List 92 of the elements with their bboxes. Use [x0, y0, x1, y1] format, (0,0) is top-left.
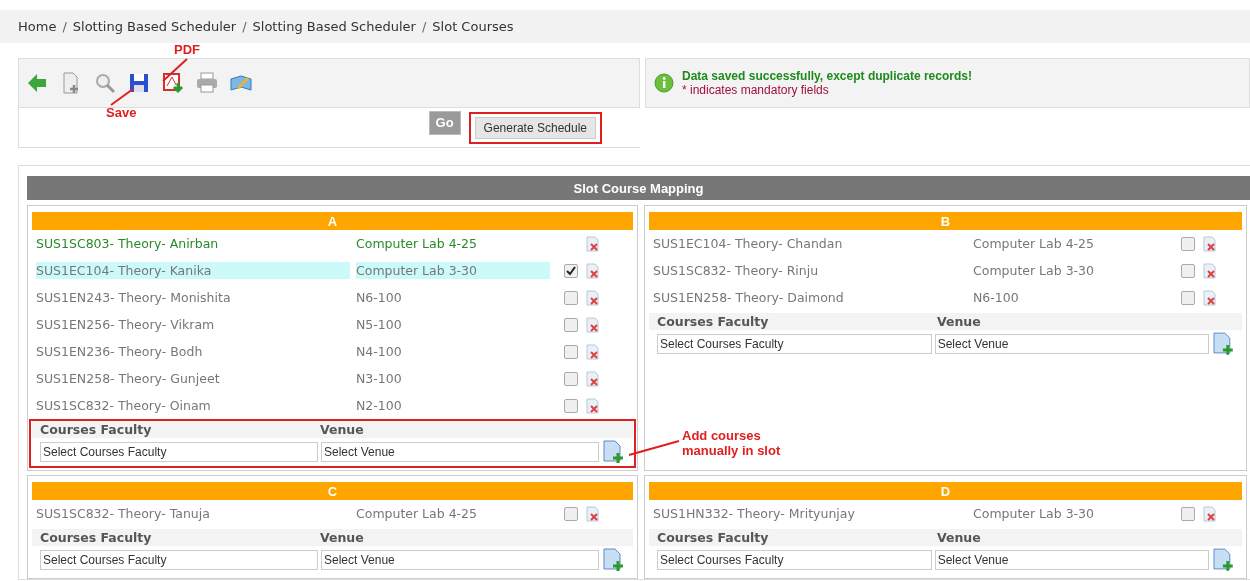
- checkbox[interactable]: [1181, 506, 1195, 521]
- delete-icon[interactable]: [1203, 289, 1217, 306]
- breadcrumb-link[interactable]: Slotting Based Scheduler: [72, 19, 237, 34]
- venue-field[interactable]: Select Venue: [321, 550, 599, 570]
- venue-name: N5-100: [356, 316, 403, 333]
- course-name: SUS1SC832- Theory- Rinju: [653, 262, 820, 279]
- venue-name: Computer Lab 4-25: [356, 235, 478, 252]
- checkbox[interactable]: [1181, 263, 1195, 278]
- pdf-export-icon[interactable]: [161, 71, 185, 95]
- course-name: SUS1HN332- Theory- Mrityunjay: [653, 505, 856, 522]
- delete-icon[interactable]: [586, 289, 600, 306]
- add-document-icon[interactable]: [1212, 332, 1234, 356]
- venue-name: Computer Lab 3-30: [973, 505, 1095, 522]
- panel-title: Slot Course Mapping: [27, 176, 1250, 200]
- annotation-label: Save: [106, 105, 137, 120]
- venue-name: N3-100: [356, 370, 403, 387]
- course-name: SUS1EN258- Theory- Daimond: [653, 289, 845, 306]
- course-name: SUS1EN243- Theory- Monishita: [36, 289, 232, 306]
- save-icon[interactable]: [127, 71, 151, 95]
- breadcrumb-link[interactable]: Slot Courses: [432, 19, 514, 34]
- checkbox[interactable]: [564, 398, 578, 413]
- checkbox[interactable]: [564, 371, 578, 386]
- breadcrumb-link[interactable]: Slotting Based Scheduler: [252, 19, 416, 34]
- column-label: Venue: [937, 530, 982, 545]
- delete-icon[interactable]: [586, 262, 600, 279]
- checkbox[interactable]: [1181, 290, 1195, 305]
- search-icon[interactable]: [93, 71, 117, 95]
- checkbox[interactable]: [564, 317, 578, 332]
- breadcrumb-separator: /: [421, 19, 427, 34]
- venue-name: Computer Lab 4-25: [973, 235, 1095, 252]
- delete-icon[interactable]: [1203, 505, 1217, 522]
- course-name: SUS1EC104- Theory- Kanika: [36, 262, 350, 279]
- slot-header: D: [649, 482, 1242, 500]
- column-label: Courses Faculty: [40, 530, 153, 545]
- venue-name: N2-100: [356, 397, 403, 414]
- success-message: Data saved successfully, except duplicate records!: [682, 69, 972, 83]
- delete-icon[interactable]: [586, 505, 600, 522]
- info-icon: [654, 73, 674, 93]
- venue-name: N6-100: [356, 289, 403, 306]
- venue-name: N6-100: [973, 289, 1020, 306]
- venue-name: Computer Lab 4-25: [356, 505, 478, 522]
- venue-name: Computer Lab 3-30: [973, 262, 1095, 279]
- venue-field[interactable]: Select Venue: [934, 334, 1210, 354]
- column-label: Venue: [937, 314, 982, 329]
- course-name: SUS1EN256- Theory- Vikram: [36, 316, 216, 333]
- mandatory-note: * indicates mandatory fields: [682, 83, 830, 97]
- column-label: Courses Faculty: [40, 422, 153, 437]
- course-name: SUS1SC832- Theory- Tanuja: [36, 505, 211, 522]
- course-name: SUS1EC104- Theory- Chandan: [653, 235, 844, 252]
- slot-header: A: [32, 212, 633, 230]
- faculty-field[interactable]: Select Courses Faculty: [40, 442, 318, 462]
- printer-icon[interactable]: [195, 71, 219, 95]
- delete-icon[interactable]: [586, 397, 600, 414]
- venue-name: Computer Lab 3-30: [356, 262, 550, 279]
- leader-line: [110, 88, 134, 106]
- column-label: Venue: [320, 530, 365, 545]
- course-name: SUS1EN258- Theory- Gunjeet: [36, 370, 221, 387]
- faculty-field[interactable]: Select Courses Faculty: [657, 334, 932, 354]
- venue-name: N4-100: [356, 343, 403, 360]
- column-label: Courses Faculty: [657, 530, 770, 545]
- delete-icon[interactable]: [1203, 262, 1217, 279]
- faculty-field[interactable]: Select Courses Faculty: [657, 550, 932, 570]
- add-document-icon[interactable]: [1212, 548, 1234, 572]
- column-label: Courses Faculty: [657, 314, 770, 329]
- delete-icon[interactable]: [586, 235, 600, 252]
- checkbox[interactable]: [564, 263, 578, 278]
- checkbox[interactable]: [564, 344, 578, 359]
- add-document-icon[interactable]: [602, 548, 624, 572]
- annotation-label: Add courses manually in slot: [682, 428, 782, 458]
- course-name: SUS1EN236- Theory- Bodh: [36, 343, 204, 360]
- column-label: Venue: [320, 422, 365, 437]
- leader-line: [162, 58, 188, 82]
- breadcrumb-separator: /: [62, 19, 67, 34]
- slot-header: B: [649, 212, 1242, 230]
- generate-schedule-button[interactable]: Generate Schedule: [474, 116, 596, 139]
- venue-field[interactable]: Select Venue: [934, 550, 1210, 570]
- delete-icon[interactable]: [586, 370, 600, 387]
- faculty-field[interactable]: Select Courses Faculty: [40, 550, 318, 570]
- annotation-label: PDF: [174, 42, 200, 57]
- slot-header: C: [32, 482, 633, 500]
- delete-icon[interactable]: [586, 316, 600, 333]
- breadcrumb-separator: /: [242, 19, 247, 34]
- add-document-icon[interactable]: [602, 440, 624, 464]
- checkbox[interactable]: [564, 506, 578, 521]
- course-name: SUS1SC832- Theory- Oinam: [36, 397, 212, 414]
- breadcrumb-link[interactable]: Home: [18, 19, 57, 34]
- delete-icon[interactable]: [1203, 235, 1217, 252]
- venue-field[interactable]: Select Venue: [321, 442, 599, 462]
- course-name: SUS1SC803- Theory- Anirban: [36, 235, 220, 252]
- checkbox[interactable]: [1181, 236, 1195, 251]
- delete-icon[interactable]: [586, 343, 600, 360]
- checkbox[interactable]: [564, 290, 578, 305]
